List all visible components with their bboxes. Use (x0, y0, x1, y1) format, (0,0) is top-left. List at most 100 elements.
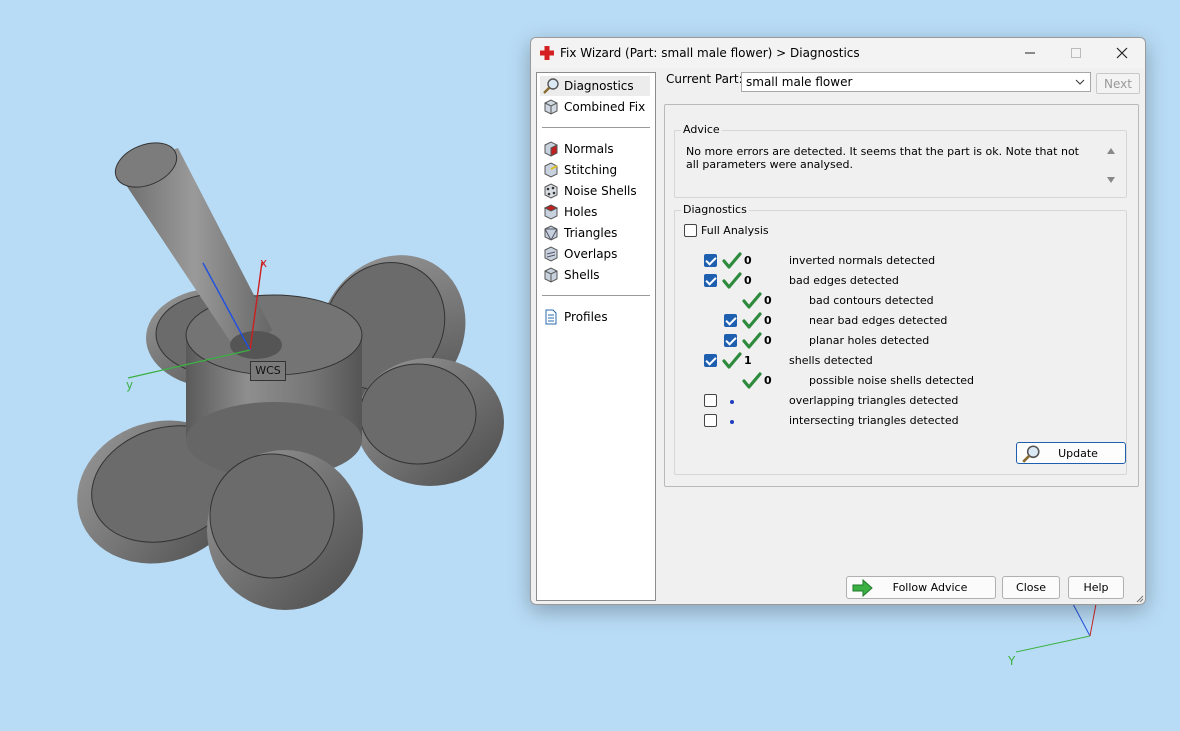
mini-axis-y-label: Y (1008, 654, 1016, 668)
diagnostic-label: possible noise shells detected (809, 374, 975, 387)
magnifier-icon (543, 78, 559, 94)
nav-label: Triangles (564, 226, 618, 240)
diagnostic-row: 0 possible noise shells detected (675, 371, 1115, 391)
diagnostic-count: 1 (744, 354, 752, 367)
next-button[interactable]: Next (1096, 73, 1140, 94)
diagnostic-label: overlapping triangles detected (789, 394, 959, 407)
diagnostic-label: shells detected (789, 354, 873, 367)
diagnostic-checkbox[interactable] (704, 354, 717, 367)
advice-group: Advice No more errors are detected. It s… (674, 123, 1127, 198)
triangles-cube-icon (544, 225, 558, 241)
diagnostic-count: 0 (764, 374, 772, 387)
maximize-button[interactable] (1053, 38, 1099, 68)
diagnostic-count: 0 (744, 274, 752, 287)
axis-y-label: y (126, 378, 134, 392)
close-icon (1116, 47, 1128, 59)
diagnostic-row: 0 planar holes detected (675, 331, 1115, 351)
diagnostic-checkbox[interactable] (724, 334, 737, 347)
diagnostics-group: Diagnostics Full Analysis 0 inverted norm… (674, 203, 1127, 475)
nav-item-stitching[interactable]: Stitching (540, 160, 650, 180)
nav-separator (542, 295, 650, 296)
normals-cube-icon (544, 141, 558, 157)
pending-dot-icon (730, 400, 734, 404)
scroll-down-icon[interactable] (1106, 176, 1116, 184)
diagnostic-checkbox[interactable] (704, 394, 717, 407)
resize-grip-icon[interactable] (1134, 593, 1144, 603)
full-analysis-label: Full Analysis (701, 224, 769, 237)
overlaps-cube-icon (544, 246, 558, 262)
current-part-label: Current Part: (666, 72, 743, 86)
wcs-label: WCS (250, 361, 286, 381)
pending-dot-icon (730, 420, 734, 424)
help-button[interactable]: Help (1068, 576, 1124, 599)
nav-item-normals[interactable]: Normals (540, 139, 650, 159)
maximize-icon (1071, 48, 1081, 58)
advice-text: No more errors are detected. It seems th… (686, 145, 1079, 171)
diagnostic-count: 0 (764, 314, 772, 327)
holes-cube-icon (543, 204, 559, 220)
nav-label: Holes (564, 205, 598, 219)
diagnostic-label: near bad edges detected (809, 314, 948, 327)
diagnostic-label: intersecting triangles detected (789, 414, 959, 427)
current-part-value: small male flower (746, 75, 853, 89)
diagnostic-label: bad edges detected (789, 274, 899, 287)
diagnostic-row: 1 shells detected (675, 351, 1115, 371)
diagnostic-count: 0 (764, 334, 772, 347)
diagnostic-row: 0 near bad edges detected (675, 311, 1115, 331)
nav-item-holes[interactable]: Holes (540, 202, 650, 222)
stitching-cube-icon (544, 162, 558, 178)
nav-item-combined-fix[interactable]: Combined Fix (540, 97, 650, 117)
nav-label: Diagnostics (564, 79, 634, 93)
nav-item-shells[interactable]: Shells (540, 265, 650, 285)
wizard-nav-panel: Diagnostics Combined Fix Normals Stitchi… (536, 72, 656, 601)
nav-item-triangles[interactable]: Triangles (540, 223, 650, 243)
diagnostic-checkbox[interactable] (704, 414, 717, 427)
diagnostic-label: bad contours detected (809, 294, 934, 307)
full-analysis-option[interactable]: Full Analysis (684, 224, 769, 237)
nav-label: Shells (564, 268, 600, 282)
diagnostics-title: Diagnostics (681, 203, 749, 216)
full-analysis-checkbox[interactable] (684, 224, 697, 237)
diagnostic-row: 0 bad contours detected (675, 291, 1115, 311)
nav-item-overlaps[interactable]: Overlaps (540, 244, 650, 264)
diagnostic-row: overlapping triangles detected (675, 391, 1115, 411)
diagnostic-checkbox[interactable] (704, 274, 717, 287)
close-button[interactable]: Close (1002, 576, 1060, 599)
advice-title: Advice (681, 123, 722, 136)
diagnostic-count: 0 (764, 294, 772, 307)
diagnostic-checkbox[interactable] (704, 254, 717, 267)
scroll-up-icon[interactable] (1106, 147, 1116, 155)
nav-label: Stitching (564, 163, 618, 177)
follow-advice-label: Follow Advice (892, 581, 968, 594)
noise-shells-icon (544, 183, 558, 199)
follow-advice-button[interactable]: Follow Advice (846, 576, 996, 599)
green-check-icon (742, 312, 762, 329)
update-button[interactable]: Update (1016, 442, 1126, 464)
nav-label: Profiles (564, 310, 608, 324)
diagnostic-label: planar holes detected (809, 334, 930, 347)
fix-wizard-dialog: Fix Wizard (Part: small male flower) > D… (530, 37, 1146, 605)
nav-item-profiles[interactable]: Profiles (540, 307, 650, 327)
nav-label: Noise Shells (564, 184, 637, 198)
chevron-down-icon (1075, 79, 1085, 85)
diagnostics-page: Advice No more errors are detected. It s… (664, 104, 1139, 487)
current-part-select[interactable]: small male flower (741, 72, 1091, 92)
title-bar[interactable]: Fix Wizard (Part: small male flower) > D… (531, 38, 1145, 68)
minimize-icon (1025, 52, 1035, 54)
green-check-icon (742, 292, 762, 309)
nav-item-noise-shells[interactable]: Noise Shells (540, 181, 650, 201)
close-window-button[interactable] (1099, 38, 1145, 68)
diagnostic-row: 0 bad edges detected (675, 271, 1115, 291)
diagnostic-count: 0 (744, 254, 752, 267)
nav-separator (542, 127, 650, 128)
nav-label: Combined Fix (564, 100, 646, 114)
green-check-icon (722, 252, 742, 269)
diagnostic-checkbox[interactable] (724, 314, 737, 327)
red-cross-icon (540, 46, 554, 60)
nav-label: Normals (564, 142, 614, 156)
nav-item-diagnostics[interactable]: Diagnostics (540, 76, 650, 96)
diagnostic-label: inverted normals detected (789, 254, 936, 267)
minimize-button[interactable] (1007, 38, 1053, 68)
axis-x-label: x (260, 256, 268, 270)
green-check-icon (722, 272, 742, 289)
